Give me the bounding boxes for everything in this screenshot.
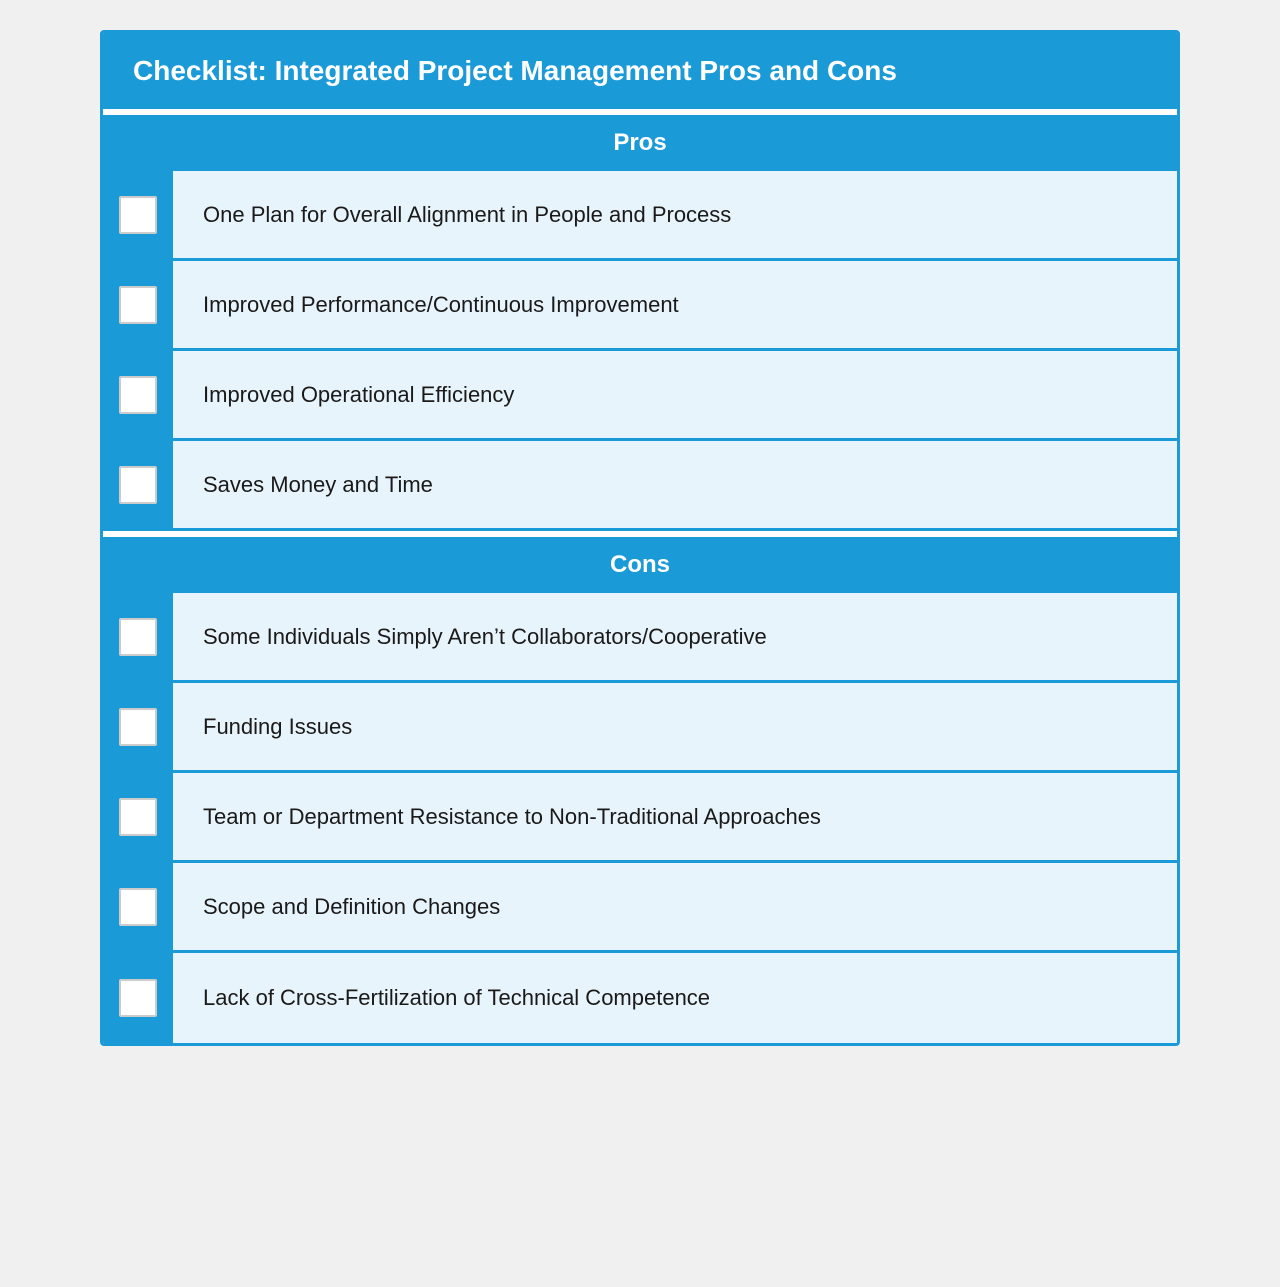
cons-item-3: Team or Department Resistance to Non-Tra… — [103, 773, 1177, 863]
checkbox-pros-3[interactable] — [119, 376, 157, 414]
checkbox-cell — [103, 441, 173, 528]
cons-item-5-text: Lack of Cross-Fertilization of Technical… — [173, 965, 740, 1031]
cons-item-2: Funding Issues — [103, 683, 1177, 773]
pros-item-2: Improved Performance/Continuous Improvem… — [103, 261, 1177, 351]
checkbox-pros-4[interactable] — [119, 466, 157, 504]
cons-item-3-text: Team or Department Resistance to Non-Tra… — [173, 784, 851, 850]
checkbox-cons-1[interactable] — [119, 618, 157, 656]
cons-item-5: Lack of Cross-Fertilization of Technical… — [103, 953, 1177, 1043]
checkbox-cons-2[interactable] — [119, 708, 157, 746]
checkbox-cell — [103, 593, 173, 680]
cons-item-2-text: Funding Issues — [173, 694, 382, 760]
checkbox-cell — [103, 953, 173, 1043]
checkbox-cell — [103, 773, 173, 860]
pros-item-4: Saves Money and Time — [103, 441, 1177, 531]
checkbox-pros-1[interactable] — [119, 196, 157, 234]
checkbox-cons-5[interactable] — [119, 979, 157, 1017]
cons-item-4-text: Scope and Definition Changes — [173, 874, 530, 940]
pros-item-1: One Plan for Overall Alignment in People… — [103, 171, 1177, 261]
checkbox-cons-3[interactable] — [119, 798, 157, 836]
checkbox-cell — [103, 351, 173, 438]
main-title: Checklist: Integrated Project Management… — [103, 33, 1177, 109]
pros-item-4-text: Saves Money and Time — [173, 452, 463, 518]
cons-item-1-text: Some Individuals Simply Aren’t Collabora… — [173, 604, 797, 670]
checkbox-cell — [103, 863, 173, 950]
checklist-container: Checklist: Integrated Project Management… — [100, 30, 1180, 1046]
cons-item-1: Some Individuals Simply Aren’t Collabora… — [103, 593, 1177, 683]
pros-section-header: Pros — [103, 115, 1177, 171]
checkbox-cons-4[interactable] — [119, 888, 157, 926]
checkbox-cell — [103, 171, 173, 258]
checkbox-cell — [103, 683, 173, 770]
pros-item-3: Improved Operational Efficiency — [103, 351, 1177, 441]
pros-item-1-text: One Plan for Overall Alignment in People… — [173, 182, 761, 248]
pros-item-3-text: Improved Operational Efficiency — [173, 362, 544, 428]
cons-section-header: Cons — [103, 537, 1177, 593]
pros-item-2-text: Improved Performance/Continuous Improvem… — [173, 272, 709, 338]
checkbox-pros-2[interactable] — [119, 286, 157, 324]
checkbox-cell — [103, 261, 173, 348]
cons-item-4: Scope and Definition Changes — [103, 863, 1177, 953]
